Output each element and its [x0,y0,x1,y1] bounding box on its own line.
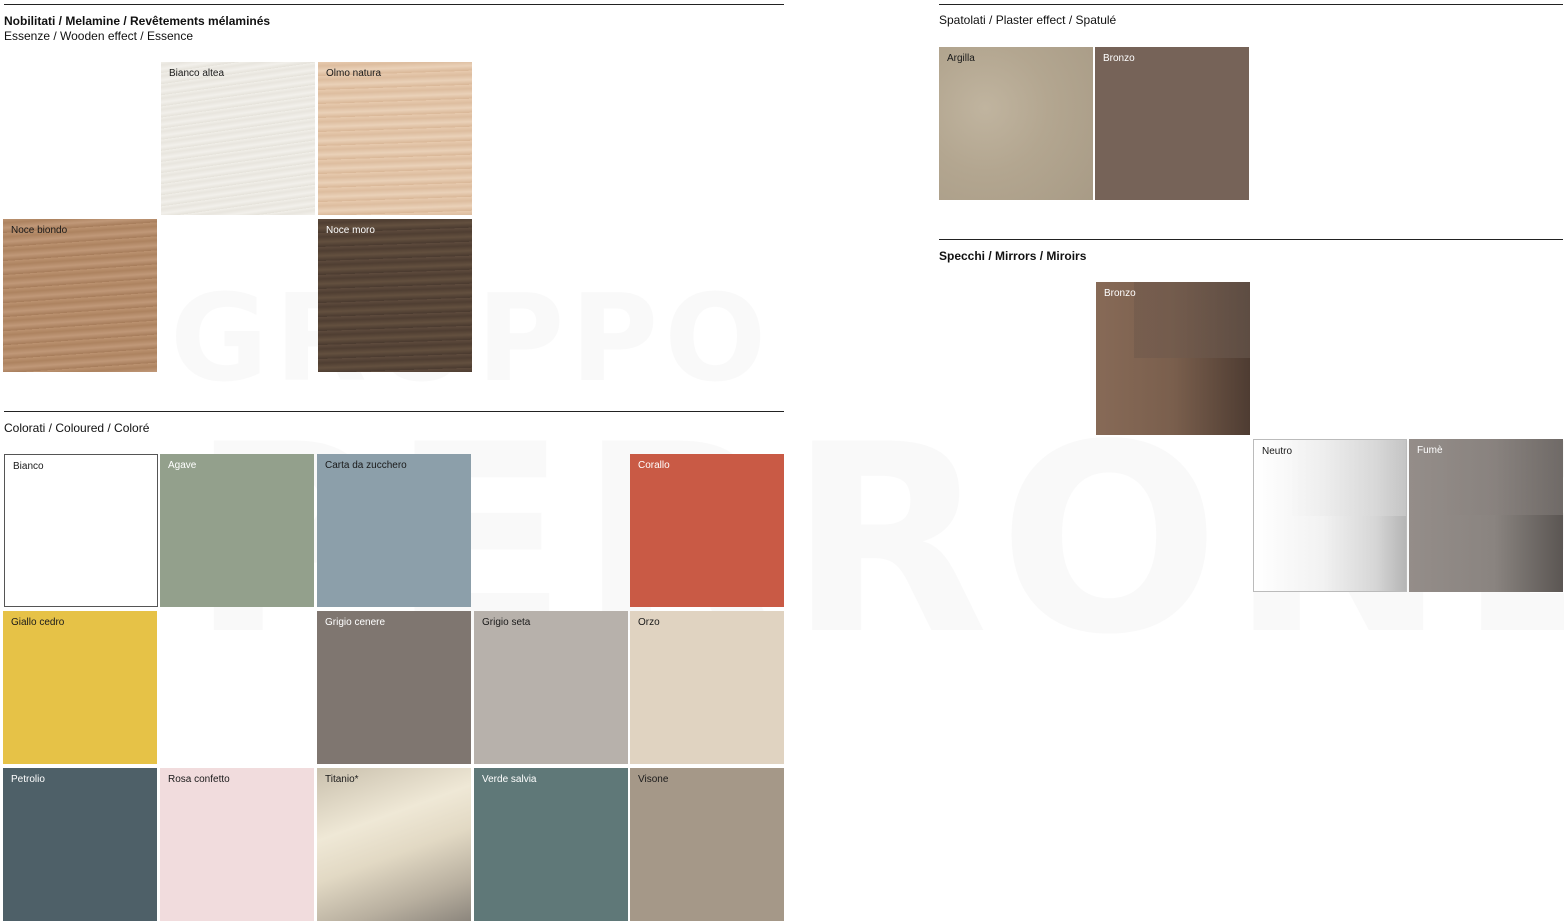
swatch-rosa-confetto[interactable]: Rosa confetto [160,768,314,921]
swatch-label: Bianco [13,461,44,472]
swatch-label: Neutro [1262,446,1293,457]
swatch-noce-biondo[interactable]: Noce biondo [3,219,157,372]
swatch-label: Noce moro [326,225,375,236]
swatch-grigio-cenere[interactable]: Grigio cenere [317,611,471,764]
swatch-giallo-cedro[interactable]: Giallo cedro [3,611,157,764]
plaster-title: Spatolati / Plaster effect / Spatulé [939,13,1117,27]
swatch-petrolio[interactable]: Petrolio [3,768,157,921]
mirrors-title: Specchi / Mirrors / Miroirs [939,249,1087,263]
swatch-label: Bronzo [1103,53,1135,64]
swatch-label: Agave [168,460,197,471]
swatch-bronzo-plaster[interactable]: Bronzo [1095,47,1249,200]
swatch-label: Visone [638,774,669,785]
section-divider [939,239,1563,240]
swatch-label: Olmo natura [326,68,382,79]
swatch-label: Titanio* [325,774,359,785]
swatch-noce-moro[interactable]: Noce moro [318,219,472,372]
swatch-label: Bronzo [1104,288,1136,299]
section-divider [4,4,784,5]
swatch-argilla[interactable]: Argilla [939,47,1093,200]
swatch-label: Rosa confetto [168,774,230,785]
swatch-agave[interactable]: Agave [160,454,314,607]
swatch-label: Orzo [638,617,660,628]
swatch-label: Verde salvia [482,774,537,785]
swatch-titanio[interactable]: Titanio* [317,768,471,921]
section-divider [4,411,784,412]
coloured-title: Colorati / Coloured / Coloré [4,421,150,435]
swatch-corallo[interactable]: Corallo [630,454,784,607]
swatch-label: Noce biondo [11,225,68,236]
swatch-label: Giallo cedro [11,617,65,628]
swatch-neutro[interactable]: Neutro [1253,439,1407,592]
swatch-carta-da-zucchero[interactable]: Carta da zucchero [317,454,471,607]
swatch-bianco-altea[interactable]: Bianco altea [161,62,315,215]
swatch-label: Argilla [947,53,975,64]
swatch-label: Grigio seta [482,617,531,628]
swatch-label: Grigio cenere [325,617,386,628]
swatch-bianco[interactable]: Bianco [4,454,158,607]
swatch-label: Carta da zucchero [325,460,407,471]
swatch-label: Corallo [638,460,670,471]
swatch-olmo-natura[interactable]: Olmo natura [318,62,472,215]
swatch-visone[interactable]: Visone [630,768,784,921]
swatch-orzo[interactable]: Orzo [630,611,784,764]
swatch-verde-salvia[interactable]: Verde salvia [474,768,628,921]
swatch-label: Fumè [1417,445,1443,456]
swatch-fume[interactable]: Fumè [1409,439,1563,592]
melamine-subtitle: Essenze / Wooden effect / Essence [4,29,193,43]
swatch-label: Petrolio [11,774,45,785]
swatch-bronzo-mirror[interactable]: Bronzo [1096,282,1250,435]
swatch-label: Bianco altea [169,68,225,79]
melamine-title: Nobilitati / Melamine / Revêtements méla… [4,14,271,28]
section-divider [939,4,1563,5]
swatch-grigio-seta[interactable]: Grigio seta [474,611,628,764]
